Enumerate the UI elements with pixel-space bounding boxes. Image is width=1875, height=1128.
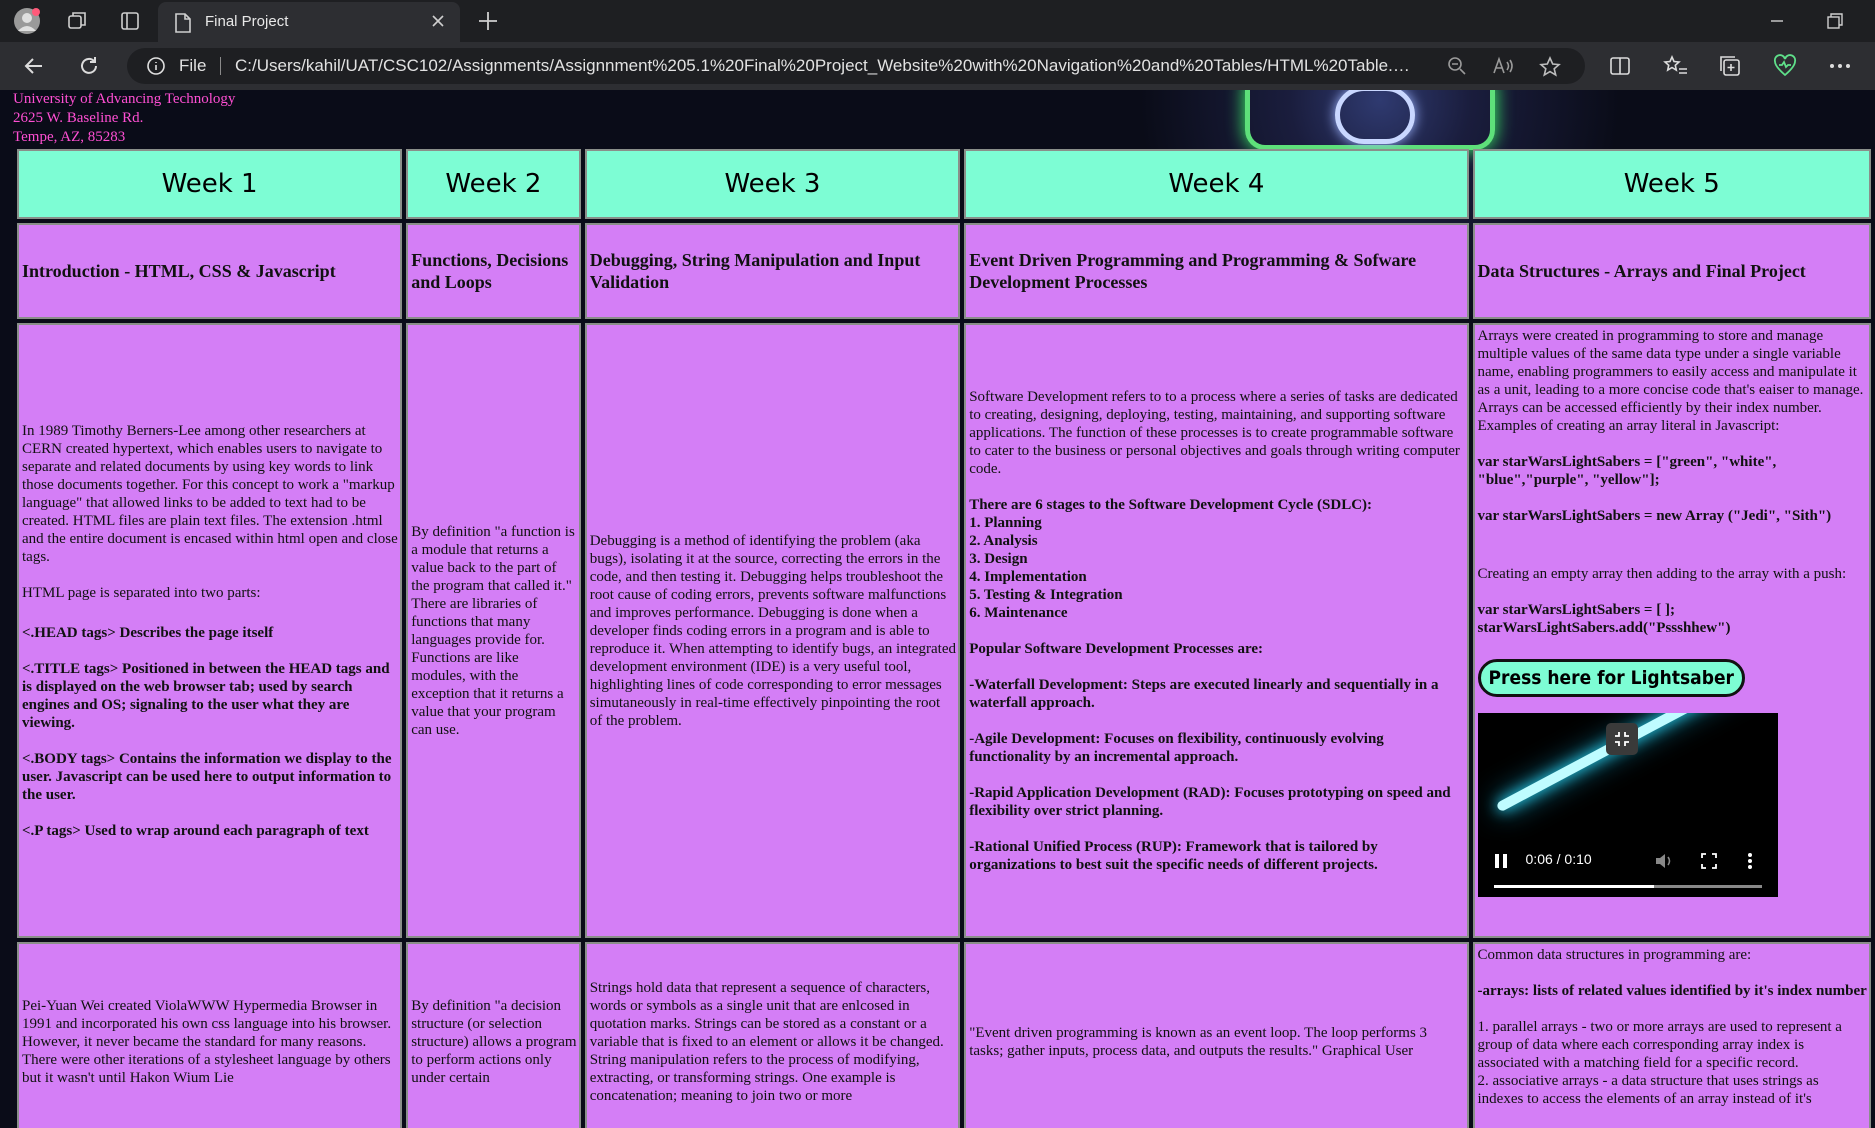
url-text[interactable]: C:/Users/kahil/UAT/CSC102/Assignments/As… — [235, 56, 1415, 76]
week-4-content: Software Development refers to to a proc… — [964, 323, 1469, 938]
divider — [220, 57, 221, 75]
week-4-events-content: "Event driven programming is known as an… — [964, 942, 1469, 1128]
content-row: In 1989 Timothy Berners-Lee among other … — [17, 323, 1871, 938]
school-address: University of Advancing Technology 2625 … — [13, 90, 235, 147]
week-3-topic: Debugging, String Manipulation and Input… — [584, 223, 961, 319]
favorites-icon[interactable] — [1663, 54, 1689, 78]
volume-icon[interactable] — [1654, 852, 1674, 870]
web-page: University of Advancing Technology 2625 … — [0, 90, 1875, 1128]
sdlc-step: 3. Design — [969, 550, 1028, 567]
week-5-topic: Data Structures - Arrays and Final Proje… — [1472, 223, 1871, 319]
close-tab-icon[interactable] — [430, 13, 446, 29]
process-item: -Agile Development: Focuses on flexibili… — [969, 730, 1384, 765]
processes-heading: Popular Software Development Processes a… — [969, 640, 1264, 657]
minimize-icon[interactable] — [1766, 10, 1788, 32]
week-5-structures-content: Common data structures in programming ar… — [1472, 942, 1871, 1128]
omnibox[interactable]: File C:/Users/kahil/UAT/CSC102/Assignmen… — [127, 48, 1585, 84]
more-options-icon[interactable] — [1828, 54, 1852, 78]
tab-actions-icon[interactable] — [115, 6, 145, 36]
week-3-paragraph: Debugging is a method of identifying the… — [589, 532, 957, 729]
week-4-topic: Event Driven Programming and Programming… — [964, 223, 1469, 319]
profile-avatar-icon[interactable] — [12, 6, 42, 36]
exit-fullscreen-icon[interactable] — [1605, 723, 1638, 755]
browser-essentials-icon[interactable] — [1773, 54, 1797, 78]
address-line-1: University of Advancing Technology — [13, 91, 236, 107]
week-header-row: Week 1 Week 2 Week 3 Week 4 Week 5 — [17, 149, 1871, 219]
week-1-paragraph: <.P tags> Used to wrap around each parag… — [22, 822, 369, 839]
course-schedule-table: Week 1 Week 2 Week 3 Week 4 Week 5 Intro… — [13, 145, 1875, 1128]
week-1-header: Week 1 — [17, 149, 403, 219]
info-icon[interactable] — [147, 57, 165, 75]
process-item: -Waterfall Development: Steps are execut… — [969, 676, 1439, 711]
video-progress-fill — [1493, 885, 1655, 888]
neon-sign-background — [1245, 90, 1495, 150]
favorite-star-icon[interactable] — [1539, 56, 1561, 78]
video-controls: 0:06 / 0:10 — [1478, 843, 1778, 897]
week-5-paragraph: Arrays were created in programming to st… — [1477, 328, 1864, 434]
week-2-topic: Functions, Decisions and Loops — [406, 223, 581, 319]
week-5-paragraph: Common data structures in programming ar… — [1477, 947, 1752, 963]
week-5-content: Arrays were created in programming to st… — [1472, 323, 1871, 938]
week-2-paragraph: By definition "a function is a module th… — [411, 523, 575, 738]
week-5-paragraph: Creating an empty array then adding to t… — [1477, 566, 1847, 582]
code-example: var starWarsLightSabers = new Array ("Je… — [1477, 508, 1832, 524]
second-content-row: Pei-Yuan Wei created ViolaWWW Hypermedia… — [17, 942, 1871, 1128]
week-2-decisions-content: By definition "a decision structure (or … — [406, 942, 581, 1128]
code-example: var starWarsLightSabers = ["green", "whi… — [1477, 454, 1777, 488]
workspaces-icon[interactable] — [62, 6, 92, 36]
week-5-paragraph: 2. associative arrays - a data structure… — [1477, 1073, 1819, 1107]
fullscreen-icon[interactable] — [1700, 852, 1718, 870]
video-time: 0:06 / 0:10 — [1525, 851, 1592, 867]
week-1-content: In 1989 Timothy Berners-Lee among other … — [17, 323, 403, 938]
week-3-content: Debugging is a method of identifying the… — [584, 323, 961, 938]
zoom-out-icon[interactable] — [1447, 56, 1467, 76]
process-item: -Rapid Application Development (RAD): Fo… — [969, 784, 1451, 819]
tab-bar: Final Project — [0, 0, 1875, 42]
address-bar: File C:/Users/kahil/UAT/CSC102/Assignmen… — [0, 42, 1875, 90]
sdlc-step: 6. Maintenance — [969, 604, 1068, 621]
pause-icon[interactable] — [1492, 852, 1510, 870]
week-1-paragraph: HTML page is separated into two parts: — [22, 584, 261, 601]
week-4-paragraph: Software Development refers to to a proc… — [969, 388, 1460, 477]
sdlc-step: 1. Planning — [969, 514, 1042, 531]
week-2-header: Week 2 — [406, 149, 581, 219]
video-more-icon[interactable] — [1746, 852, 1754, 870]
sdlc-step: 5. Testing & Integration — [969, 586, 1123, 603]
week-1-css-content: Pei-Yuan Wei created ViolaWWW Hypermedia… — [17, 942, 403, 1128]
week-3-strings-content: Strings hold data that represent a seque… — [584, 942, 961, 1128]
topic-row: Introduction - HTML, CSS & Javascript Fu… — [17, 223, 1871, 319]
week-5-paragraph: -arrays: lists of related values identif… — [1477, 983, 1867, 999]
sdlc-step: 4. Implementation — [969, 568, 1087, 585]
read-aloud-icon[interactable] — [1492, 56, 1514, 76]
week-1-paragraph: <.HEAD tags> Describes the page itself — [22, 624, 274, 641]
address-line-2: 2625 W. Baseline Rd. — [13, 110, 144, 126]
refresh-icon[interactable] — [77, 54, 101, 78]
video-progress-bar[interactable] — [1493, 885, 1762, 888]
back-icon[interactable] — [22, 54, 46, 78]
week-1-paragraph: In 1989 Timothy Berners-Lee among other … — [22, 422, 398, 565]
lightsaber-button[interactable]: Press here for Lightsaber — [1477, 659, 1745, 697]
week-4-header: Week 4 — [964, 149, 1469, 219]
week-1-paragraph: <.TITLE tags> Positioned in between the … — [22, 660, 390, 731]
week-5-header: Week 5 — [1472, 149, 1871, 219]
process-item: -Rational Unified Process (RUP): Framewo… — [969, 838, 1378, 873]
week-1-topic: Introduction - HTML, CSS & Javascript — [17, 223, 403, 319]
new-tab-icon[interactable] — [476, 9, 500, 33]
tab-final-project[interactable]: Final Project — [158, 2, 460, 42]
week-5-paragraph: 1. parallel arrays - two or more arrays … — [1477, 1019, 1842, 1071]
lightsaber-video[interactable]: 0:06 / 0:10 — [1477, 713, 1778, 897]
file-label: File — [179, 56, 207, 75]
week-3-header: Week 3 — [584, 149, 961, 219]
collections-icon[interactable] — [1718, 54, 1742, 78]
sdlc-step: 2. Analysis — [969, 532, 1038, 549]
code-example: starWarsLightSabers.add("Pssshhew") — [1477, 620, 1731, 636]
sdlc-heading: There are 6 stages to the Software Devel… — [969, 496, 1373, 513]
tab-title: Final Project — [205, 13, 289, 30]
split-screen-icon[interactable] — [1608, 54, 1632, 78]
restore-icon[interactable] — [1824, 10, 1846, 32]
week-1-paragraph: <.BODY tags> Contains the information we… — [22, 750, 392, 803]
week-2-content: By definition "a function is a module th… — [406, 323, 581, 938]
code-example: var starWarsLightSabers = [ ]; — [1477, 602, 1675, 618]
page-icon — [175, 13, 191, 33]
